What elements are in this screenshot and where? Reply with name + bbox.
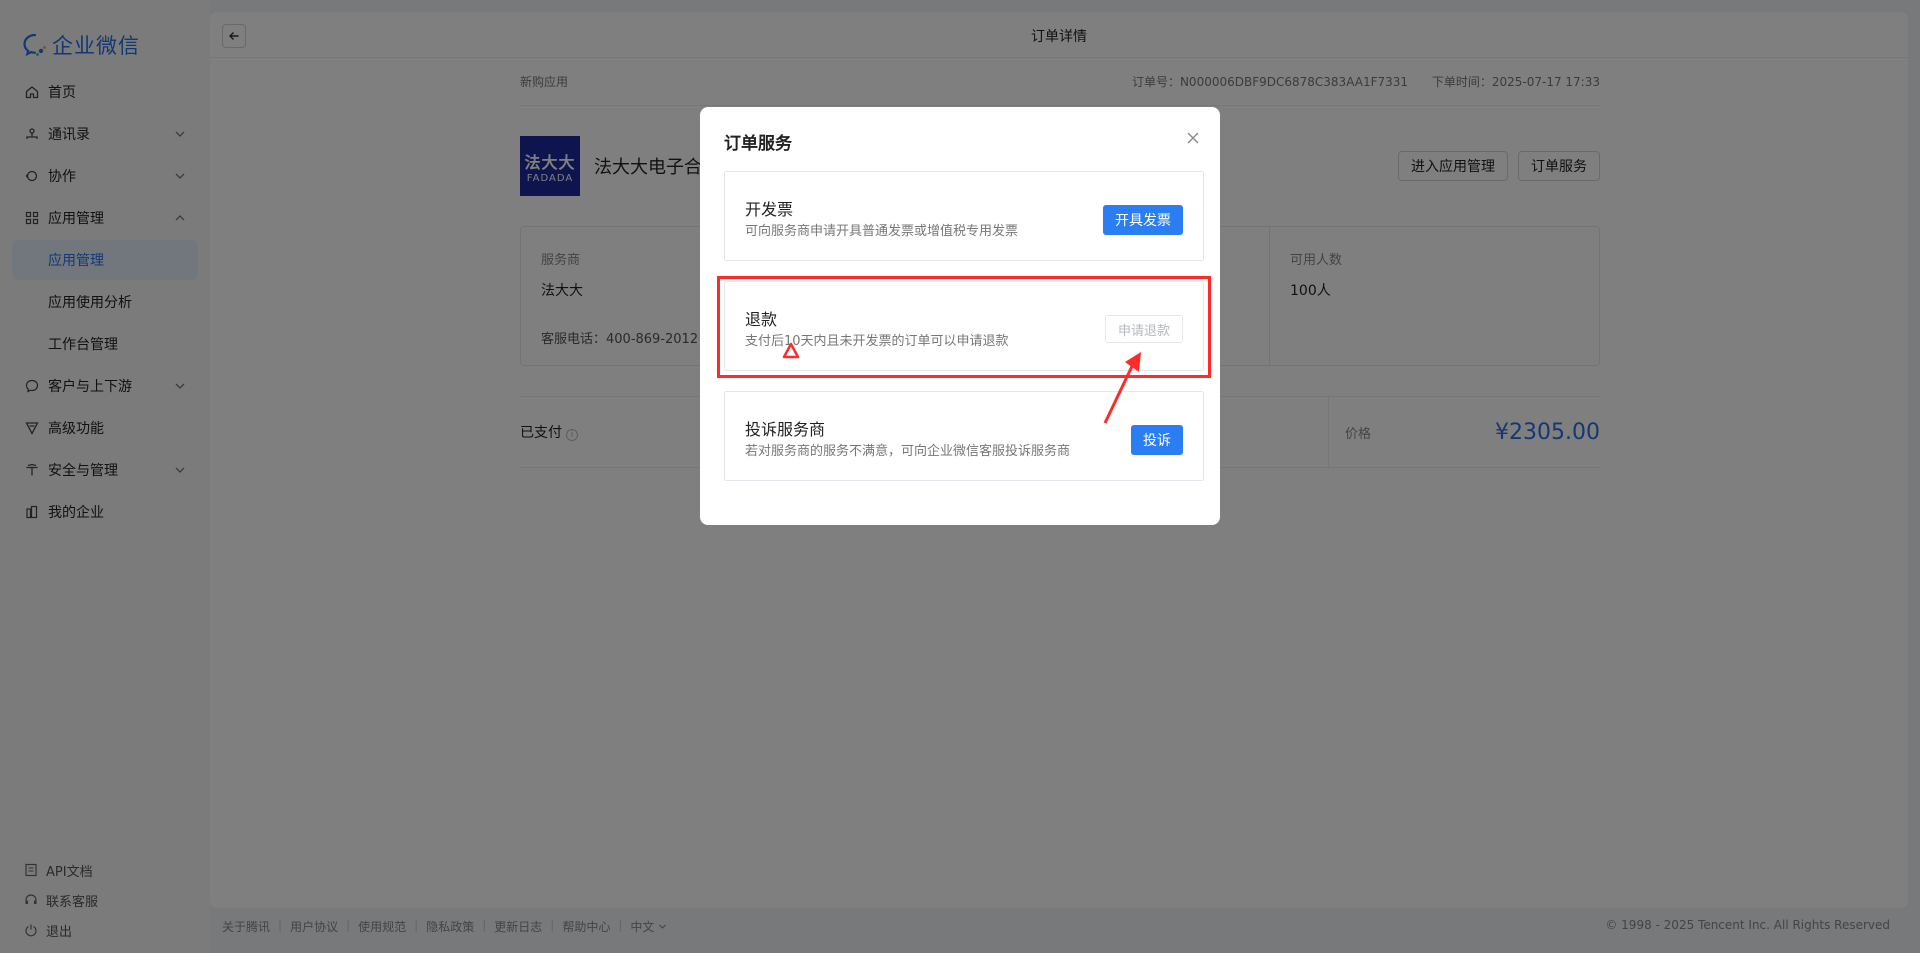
- invoice-title: 开发票: [745, 200, 794, 219]
- annotation-highlight-box: [717, 276, 1211, 378]
- issue-invoice-button[interactable]: 开具发票: [1103, 205, 1183, 235]
- complaint-title: 投诉服务商: [745, 420, 826, 439]
- close-icon[interactable]: [1186, 131, 1200, 145]
- complain-button[interactable]: 投诉: [1131, 425, 1183, 455]
- modal-title: 订单服务: [724, 134, 792, 154]
- complaint-desc: 若对服务商的服务不满意，可向企业微信客服投诉服务商: [745, 444, 1071, 459]
- invoice-desc: 可向服务商申请开具普通发票或增值税专用发票: [745, 224, 1019, 239]
- invoice-card: 开发票 可向服务商申请开具普通发票或增值税专用发票 开具发票: [724, 171, 1204, 261]
- complaint-card: 投诉服务商 若对服务商的服务不满意，可向企业微信客服投诉服务商 投诉: [724, 391, 1204, 481]
